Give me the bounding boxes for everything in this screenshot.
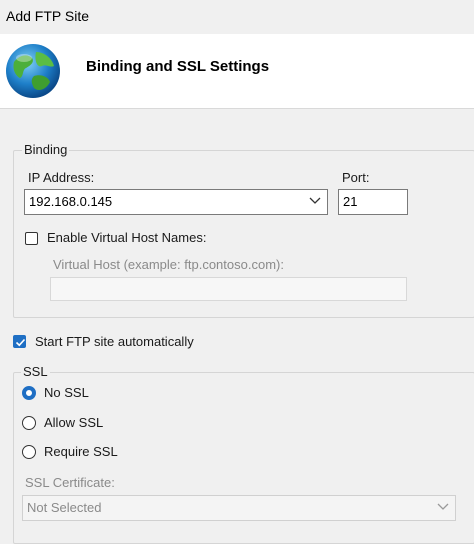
title-bar: Add FTP Site (0, 0, 474, 34)
page-heading: Binding and SSL Settings (86, 58, 270, 75)
ssl-legend: SSL (21, 364, 50, 379)
allow-ssl-radio[interactable] (22, 416, 36, 430)
virtual-host-checkbox-label[interactable]: Enable Virtual Host Names: (47, 230, 206, 245)
port-label: Port: (342, 170, 370, 185)
virtual-host-checkbox[interactable] (25, 232, 38, 245)
ip-address-label: IP Address: (28, 170, 95, 185)
no-ssl-radio[interactable] (22, 386, 36, 400)
ssl-certificate-value: Not Selected (27, 500, 102, 515)
virtual-host-label: Virtual Host (example: ftp.contoso.com): (53, 257, 284, 272)
port-input[interactable]: 21 (338, 189, 408, 215)
ssl-certificate-dropdown[interactable]: Not Selected (22, 495, 456, 521)
window-title: Add FTP Site (6, 8, 90, 24)
port-value: 21 (343, 194, 358, 209)
no-ssl-label[interactable]: No SSL (44, 385, 89, 400)
chevron-down-icon (437, 503, 449, 510)
ip-address-value: 192.168.0.145 (29, 194, 113, 209)
wizard-header: Binding and SSL Settings (0, 34, 474, 109)
ssl-certificate-label: SSL Certificate: (25, 475, 115, 490)
globe-icon (6, 44, 60, 98)
require-ssl-label[interactable]: Require SSL (44, 444, 118, 459)
start-automatically-checkbox[interactable] (13, 335, 26, 348)
allow-ssl-label[interactable]: Allow SSL (44, 415, 103, 430)
binding-legend: Binding (22, 142, 70, 157)
chevron-down-icon (309, 197, 321, 204)
virtual-host-input[interactable] (50, 277, 407, 301)
start-automatically-label[interactable]: Start FTP site automatically (35, 334, 194, 349)
checkmark-icon (15, 338, 26, 347)
ip-address-dropdown[interactable]: 192.168.0.145 (24, 189, 328, 215)
require-ssl-radio[interactable] (22, 445, 36, 459)
